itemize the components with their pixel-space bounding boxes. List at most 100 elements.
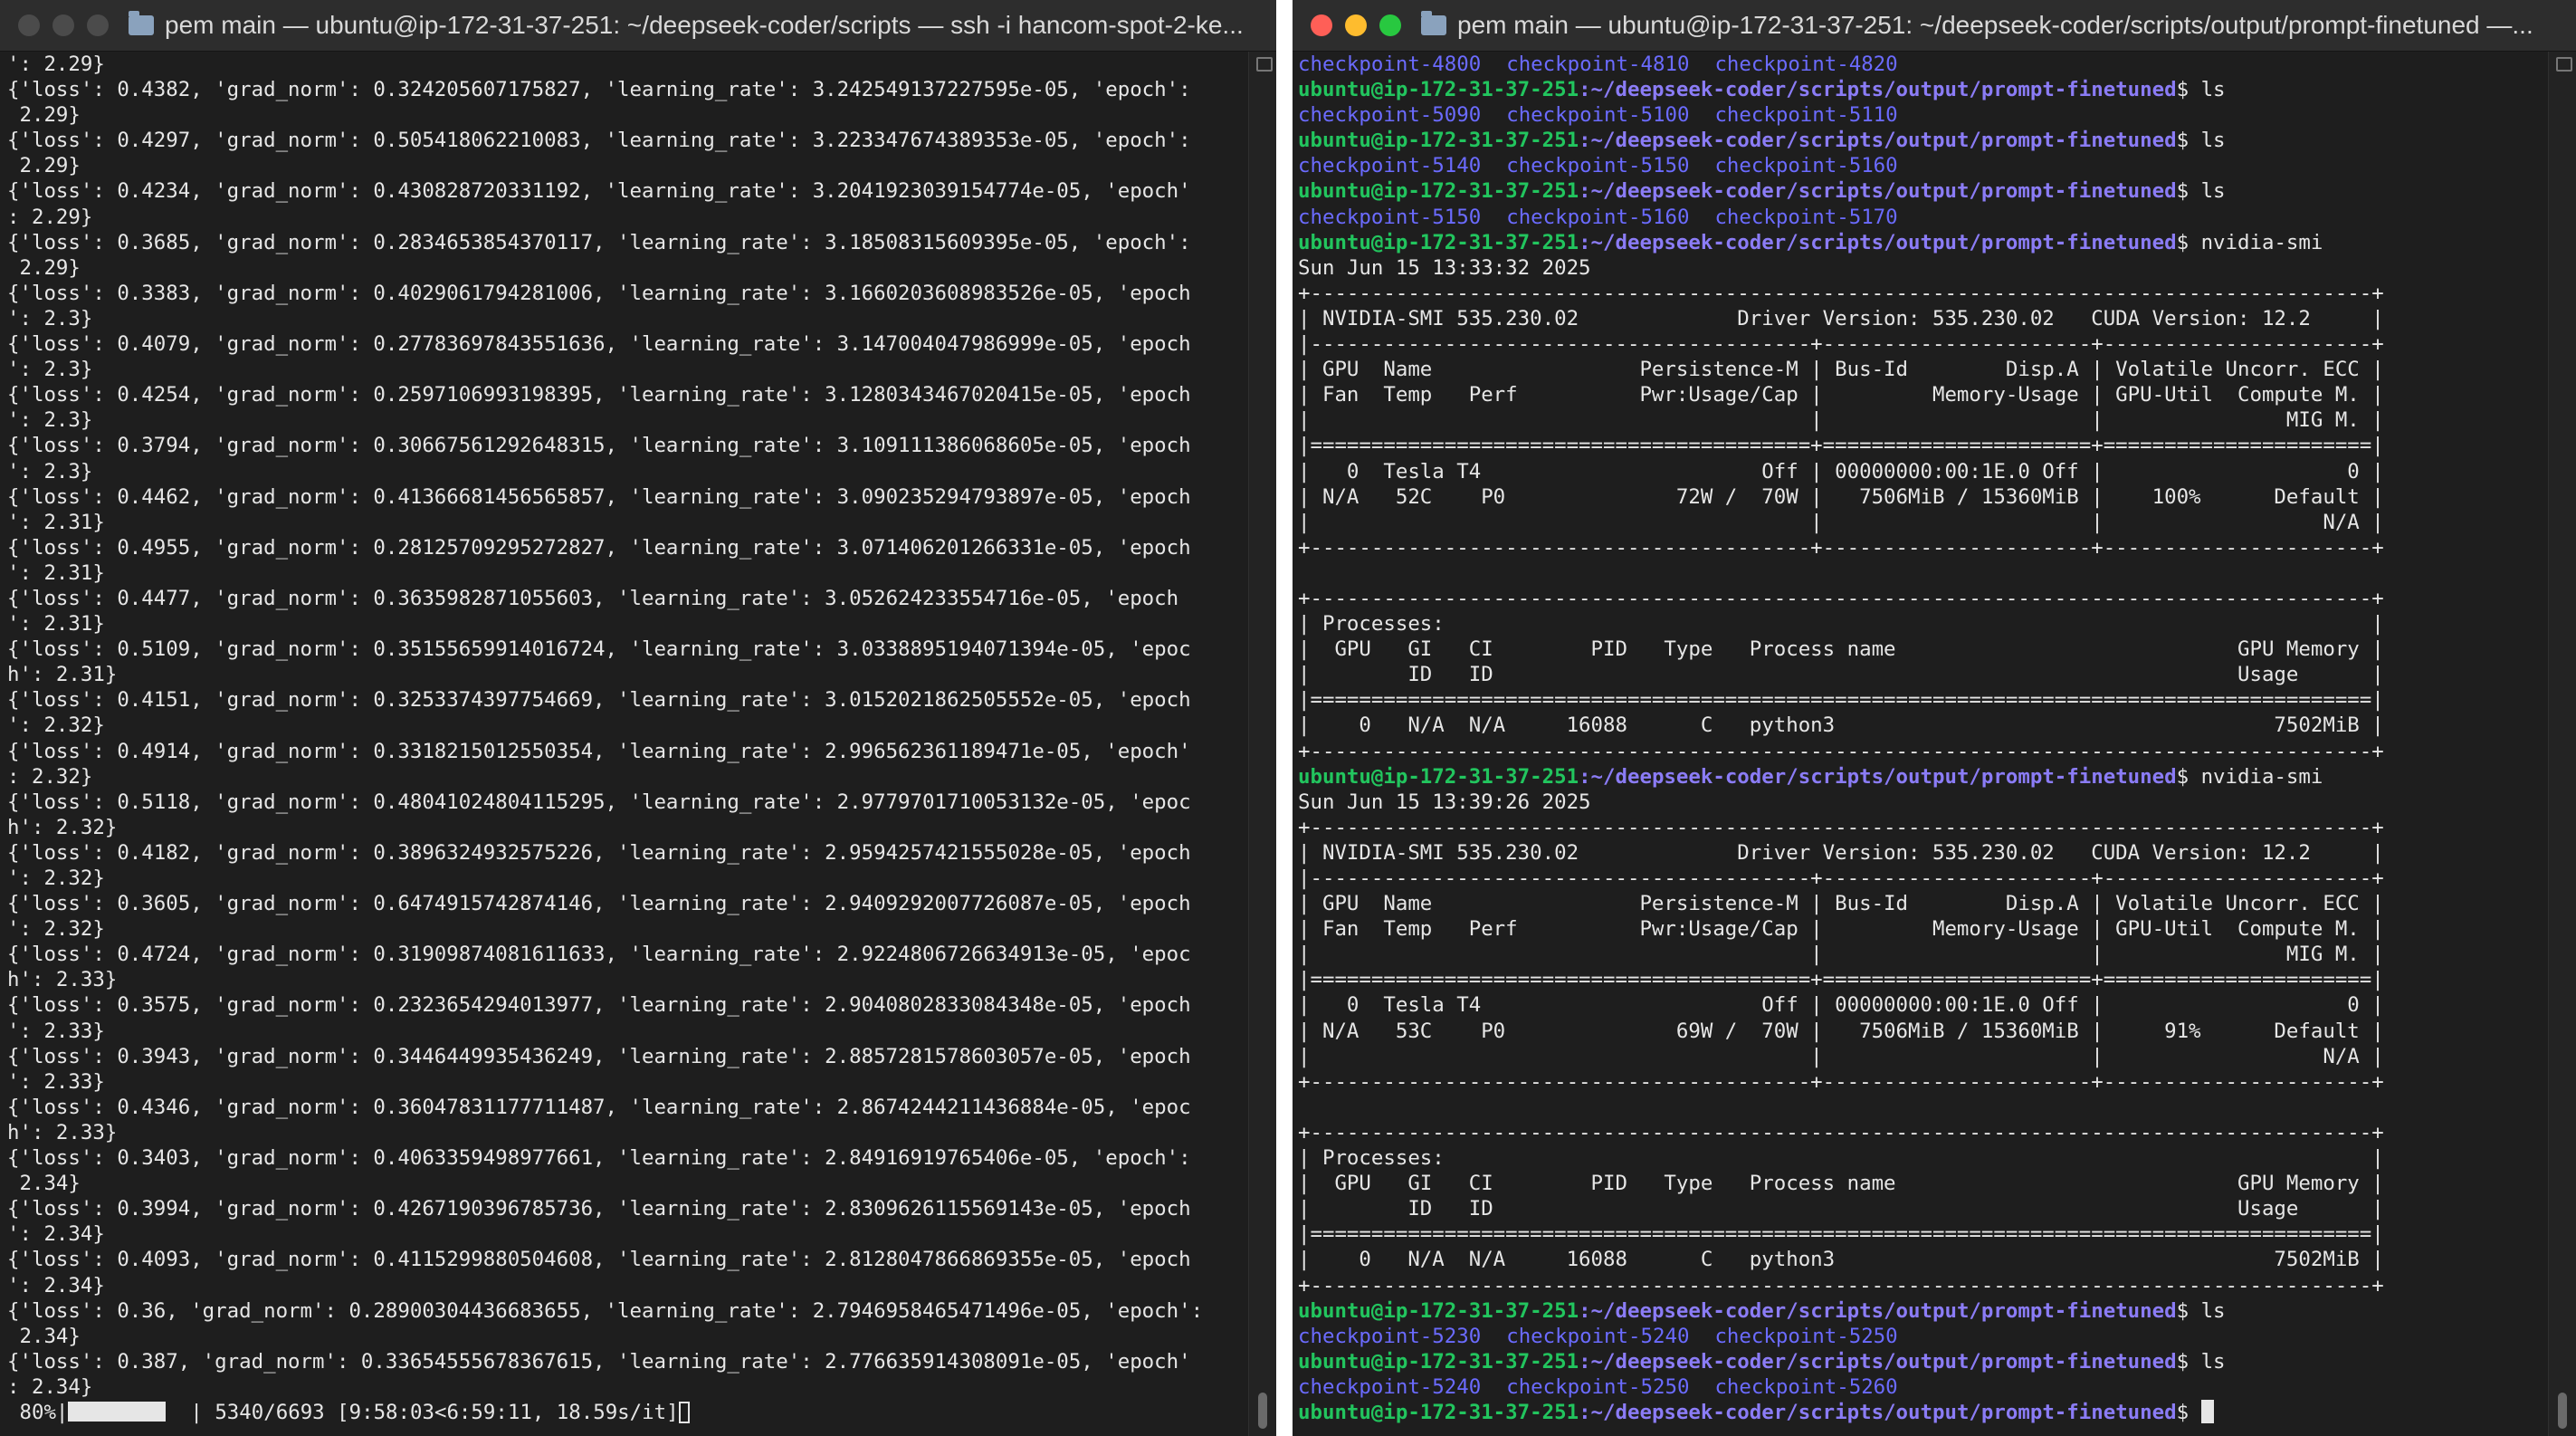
prompt-path: :~/deepseek-coder/scripts/output/prompt-…: [1579, 764, 2177, 789]
text-cursor: [678, 1401, 690, 1423]
window-controls: [1311, 14, 1401, 36]
output-line: {'loss': 0.3575, 'grad_norm': 0.23236542…: [7, 993, 1191, 1018]
prompt-line: ubuntu@ip-172-31-37-251:~/deepseek-coder…: [1298, 1399, 2547, 1425]
right-terminal-window[interactable]: pem main — ubuntu@ip-172-31-37-251: ~/de…: [1293, 0, 2576, 1436]
terminal-output[interactable]: ': 2.29} {'loss': 0.4382, 'grad_norm': 0.…: [0, 52, 1253, 1436]
scroll-toggle-icon[interactable]: [2556, 57, 2572, 72]
output-line: {'loss': 0.3994, 'grad_norm': 0.42671903…: [7, 1197, 1191, 1221]
output-line: |---------------------------------------…: [1298, 866, 2384, 890]
left-terminal-window[interactable]: pem main — ubuntu@ip-172-31-37-251: ~/de…: [0, 0, 1276, 1436]
right-titlebar[interactable]: pem main — ubuntu@ip-172-31-37-251: ~/de…: [1293, 0, 2576, 52]
output-line: {'loss': 0.4477, 'grad_norm': 0.36359828…: [7, 586, 1179, 610]
output-line: ': 2.34}: [7, 1273, 105, 1297]
output-line: |=======================================…: [1298, 688, 2384, 713]
checkpoint-dir: checkpoint-5160: [1714, 154, 1898, 178]
scrollbar-thumb[interactable]: [2558, 1393, 2567, 1429]
output-line: | N/A 53C P0 69W / 70W | 7506MiB / 15360…: [1298, 1019, 2384, 1043]
checkpoint-dir: checkpoint-5140: [1298, 154, 1482, 178]
output-line: ': 2.3}: [7, 408, 93, 433]
zoom-button[interactable]: [1379, 14, 1401, 36]
prompt-command: $ nvidia-smi: [2176, 764, 2323, 789]
minimize-button[interactable]: [52, 14, 74, 36]
output-line: {'loss': 0.5118, 'grad_norm': 0.48041024…: [7, 790, 1191, 814]
window-title: pem main — ubuntu@ip-172-31-37-251: ~/de…: [1421, 11, 2533, 40]
scrollbar[interactable]: [2548, 52, 2576, 1436]
left-titlebar[interactable]: pem main — ubuntu@ip-172-31-37-251: ~/de…: [0, 0, 1276, 52]
output-line: | | | N/A |: [1298, 510, 2384, 534]
minimize-button[interactable]: [1345, 14, 1367, 36]
output-line: : 2.32}: [7, 764, 93, 789]
checkpoint-dir: checkpoint-5250: [1506, 1374, 1690, 1399]
checkpoint-dir: checkpoint-5150: [1506, 154, 1690, 178]
output-line: {'loss': 0.4914, 'grad_norm': 0.33182150…: [7, 739, 1191, 763]
output-line: 2.34}: [7, 1172, 81, 1196]
output-line: h': 2.33}: [7, 968, 118, 992]
output-line: | NVIDIA-SMI 535.230.02 Driver Version: …: [1298, 840, 2384, 865]
output-line: |---------------------------------------…: [1298, 332, 2384, 357]
output-line: | ID ID Usage |: [1298, 1197, 2384, 1221]
output-line: {'loss': 0.5109, 'grad_norm': 0.35155659…: [7, 637, 1191, 662]
prompt-user: ubuntu@ip-172-31-37-251: [1298, 1400, 1579, 1424]
scrollbar[interactable]: [1248, 52, 1276, 1436]
folder-icon: [129, 11, 154, 35]
ls-output-line: checkpoint-5090 checkpoint-5100 checkpoint…: [1298, 102, 2547, 128]
output-line: +---------------------------------------…: [1298, 586, 2384, 610]
output-line: | Processes: |: [1298, 612, 2384, 637]
output-line: | | | MIG M. |: [1298, 408, 2384, 433]
prompt-command: $ ls: [2176, 179, 2226, 204]
output-line: {'loss': 0.3943, 'grad_norm': 0.34464499…: [7, 1044, 1191, 1068]
output-line: | Processes: |: [1298, 1146, 2384, 1171]
checkpoint-dir: checkpoint-5160: [1506, 205, 1690, 229]
window-title-text: pem main — ubuntu@ip-172-31-37-251: ~/de…: [165, 11, 1244, 39]
terminal-output[interactable]: checkpoint-4800 checkpoint-4810 checkpoint…: [1293, 52, 2547, 1436]
folder-icon: [1421, 11, 1446, 35]
prompt-line: ubuntu@ip-172-31-37-251:~/deepseek-coder…: [1298, 230, 2547, 255]
output-line: Sun Jun 15 13:33:32 2025: [1298, 255, 1591, 280]
checkpoint-dir: checkpoint-5240: [1298, 1374, 1482, 1399]
output-line: | GPU Name Persistence-M | Bus-Id Disp.A…: [1298, 358, 2384, 382]
zoom-button[interactable]: [87, 14, 109, 36]
output-line: : 2.29}: [7, 205, 93, 229]
output-line: {'loss': 0.3685, 'grad_norm': 0.28346538…: [7, 230, 1191, 254]
output-line: 2.29}: [7, 154, 81, 178]
prompt-user: ubuntu@ip-172-31-37-251: [1298, 230, 1579, 254]
output-line: +---------------------------------------…: [1298, 535, 2384, 560]
prompt-line: ubuntu@ip-172-31-37-251:~/deepseek-coder…: [1298, 1349, 2547, 1374]
output-line: {'loss': 0.4234, 'grad_norm': 0.43082872…: [7, 179, 1191, 204]
checkpoint-dir: checkpoint-5100: [1506, 103, 1690, 128]
output-line: ': 2.32}: [7, 713, 105, 738]
output-line: {'loss': 0.4079, 'grad_norm': 0.27783697…: [7, 332, 1191, 357]
prompt-line: ubuntu@ip-172-31-37-251:~/deepseek-coder…: [1298, 764, 2547, 790]
output-line: |=======================================…: [1298, 1222, 2384, 1247]
prompt-user: ubuntu@ip-172-31-37-251: [1298, 78, 1579, 102]
scrollbar-thumb[interactable]: [1258, 1393, 1267, 1429]
output-line: +---------------------------------------…: [1298, 815, 2384, 839]
prompt-path: :~/deepseek-coder/scripts/output/prompt-…: [1579, 78, 2177, 102]
checkpoint-dir: checkpoint-4810: [1506, 53, 1690, 76]
close-button[interactable]: [1311, 14, 1332, 36]
output-line: | ID ID Usage |: [1298, 663, 2384, 687]
output-line: +---------------------------------------…: [1298, 1273, 2384, 1297]
output-line: | 0 Tesla T4 Off | 00000000:00:1E.0 Off …: [1298, 459, 2384, 483]
scroll-toggle-icon[interactable]: [1256, 57, 1273, 72]
checkpoint-dir: checkpoint-5090: [1298, 103, 1482, 128]
close-button[interactable]: [18, 14, 40, 36]
prompt-command: $ ls: [2176, 78, 2226, 102]
progress-percent: 80%|: [7, 1400, 69, 1424]
output-line: h': 2.32}: [7, 815, 118, 839]
output-line: ': 2.34}: [7, 1222, 105, 1247]
window-title-text: pem main — ubuntu@ip-172-31-37-251: ~/de…: [1457, 11, 2533, 39]
output-line: | NVIDIA-SMI 535.230.02 Driver Version: …: [1298, 306, 2384, 330]
checkpoint-dir: checkpoint-5110: [1714, 103, 1898, 128]
output-line: {'loss': 0.4297, 'grad_norm': 0.50541806…: [7, 129, 1191, 153]
ls-output-line: checkpoint-5150 checkpoint-5160 checkpoint…: [1298, 205, 2547, 230]
output-line: |=======================================…: [1298, 434, 2384, 458]
output-line: +---------------------------------------…: [1298, 1120, 2384, 1144]
output-line: ': 2.32}: [7, 866, 105, 890]
output-line: ': 2.29}: [7, 53, 105, 76]
progress-stats: | 5340/6693 [9:58:03<6:59:11, 18.59s/it]: [166, 1400, 679, 1424]
output-line: {'loss': 0.4254, 'grad_norm': 0.25971069…: [7, 383, 1191, 407]
output-line: ': 2.33}: [7, 1069, 105, 1094]
checkpoint-dir: checkpoint-5230: [1298, 1324, 1482, 1348]
prompt-path: :~/deepseek-coder/scripts/output/prompt-…: [1579, 230, 2177, 254]
